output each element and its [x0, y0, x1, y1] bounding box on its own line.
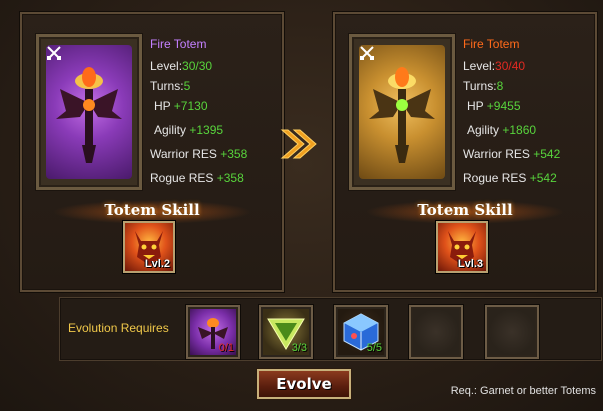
requirement-slot-blue-gem[interactable]: 5/5 [333, 304, 389, 360]
requirement-slot-green-gem[interactable]: 3/3 [258, 304, 314, 360]
totem-figure-icon [56, 67, 122, 163]
turns-value: 5 [183, 79, 191, 93]
warrior-res-row: Warrior RES +542 [463, 148, 560, 160]
crossed-swords-icon [360, 46, 374, 60]
totem-skill-title: Totem Skill [104, 201, 200, 219]
hp-label: HP [154, 99, 171, 113]
totem-card-frame [348, 33, 456, 191]
hp-row: HP +7130 [154, 100, 208, 112]
totem-name-text: Fire Totem [463, 37, 520, 51]
rogue-res-value: +542 [529, 171, 557, 185]
rogue-res-row: Rogue RES +358 [150, 172, 244, 184]
agility-label: Agility [467, 123, 500, 137]
totem-name-text: Fire Totem [150, 37, 207, 51]
totem-skill-title: Totem Skill [417, 201, 513, 219]
slot-count: 0/1 [218, 342, 234, 354]
slot-count: 3/3 [291, 342, 307, 354]
turns-label: Turns: [150, 79, 184, 93]
rogue-res-label: Rogue RES [463, 171, 527, 185]
evolution-requires-label: Evolution Requires [68, 321, 169, 335]
evolution-requirements: Evolution Requires 0/1 3/3 5/5 [59, 297, 602, 361]
totem-card-frame [35, 33, 143, 191]
empty-slot-icon [413, 309, 459, 355]
fire-totem-card-purple[interactable] [46, 45, 132, 179]
agility-value: +1860 [502, 123, 537, 137]
evolve-arrow-icon [280, 129, 317, 159]
agility-label: Agility [154, 123, 187, 137]
rogue-res-value: +358 [216, 171, 244, 185]
warrior-res-label: Warrior RES [463, 147, 530, 161]
warrior-res-label: Warrior RES [150, 147, 217, 161]
current-totem-panel: Fire Totem Level:30/30 Turns:5 HP +7130 … [20, 12, 284, 292]
rogue-res-label: Rogue RES [150, 171, 214, 185]
hp-row: HP +9455 [467, 100, 521, 112]
warrior-res-value: +542 [533, 147, 561, 161]
warrior-res-row: Warrior RES +358 [150, 148, 247, 160]
hp-value: +9455 [486, 99, 521, 113]
totem-name: Fire Totem [150, 38, 206, 50]
hp-label: HP [467, 99, 484, 113]
requirement-note: Req.: Garnet or better Totems [450, 385, 596, 397]
agility-row: Agility +1860 [467, 124, 536, 136]
totem-figure-icon [369, 67, 435, 163]
requirement-slot-empty [408, 304, 464, 360]
level-row: Level:30/40 [463, 60, 525, 72]
level-label: Level: [150, 59, 183, 73]
warrior-res-value: +358 [220, 147, 248, 161]
crossed-swords-icon [47, 46, 61, 60]
turns-value: 8 [496, 79, 504, 93]
slot-count: 5/5 [366, 342, 382, 354]
agility-value: +1395 [189, 123, 224, 137]
hp-value: +7130 [173, 99, 208, 113]
turns-row: Turns:5 [150, 80, 190, 92]
totem-name: Fire Totem [463, 38, 519, 50]
level-value: 30/30 [182, 59, 213, 73]
evolved-totem-panel: Fire Totem Level:30/40 Turns:8 HP +9455 … [333, 12, 597, 292]
agility-row: Agility +1395 [154, 124, 223, 136]
requirement-slot-empty [484, 304, 540, 360]
totem-skill-icon[interactable]: Lvl.2 [122, 220, 176, 274]
turns-label: Turns: [463, 79, 497, 93]
rogue-res-row: Rogue RES +542 [463, 172, 557, 184]
requirement-slot-fire-totem[interactable]: 0/1 [185, 304, 241, 360]
skill-level: Lvl.2 [144, 258, 170, 270]
level-value: 30/40 [495, 59, 526, 73]
fire-totem-card-gold[interactable] [359, 45, 445, 179]
turns-row: Turns:8 [463, 80, 503, 92]
empty-slot-icon [489, 309, 535, 355]
totem-skill-icon[interactable]: Lvl.3 [435, 220, 489, 274]
skill-level: Lvl.3 [457, 258, 483, 270]
level-row: Level:30/30 [150, 60, 212, 72]
level-label: Level: [463, 59, 496, 73]
evolve-button[interactable]: Evolve [256, 368, 352, 400]
